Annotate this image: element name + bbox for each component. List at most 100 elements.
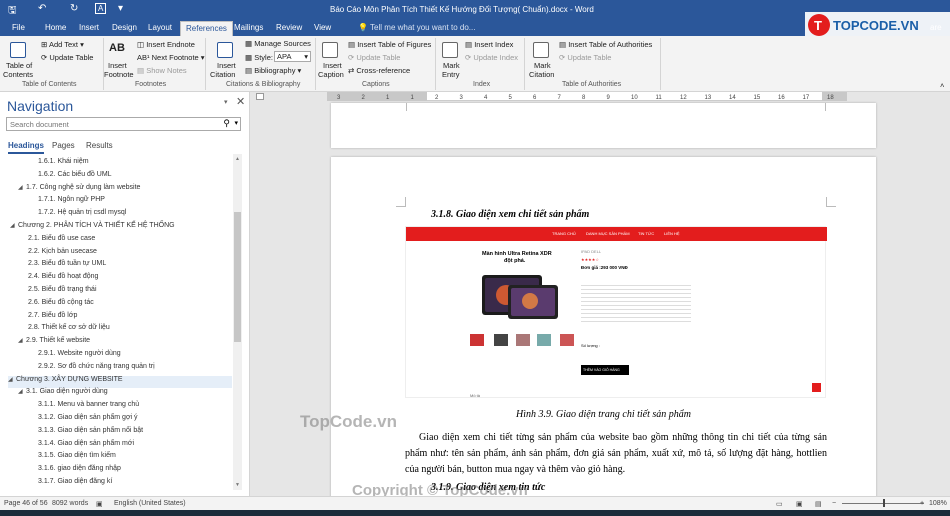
- update-index-button[interactable]: ⟳ Update Index: [465, 53, 518, 62]
- search-input[interactable]: [7, 118, 207, 130]
- next-footnote-button[interactable]: AB¹ Next Footnote ▾: [137, 53, 205, 62]
- mark-citation-button-line2[interactable]: Citation: [529, 70, 554, 79]
- collapse-arrow-icon[interactable]: ◢: [18, 388, 26, 395]
- tab-selector[interactable]: [256, 93, 264, 100]
- update-tof-button[interactable]: ⟳ Update Table: [348, 53, 400, 62]
- nav-heading-item[interactable]: ◢ Chương 2. PHÂN TÍCH VÀ THIẾT KẾ HỆ THỐN…: [10, 222, 175, 234]
- nav-heading-item[interactable]: 3.1.1. Menu và banner trang chủ: [38, 401, 139, 413]
- insert-footnote-button-line2[interactable]: Footnote: [104, 70, 134, 79]
- web-layout-icon[interactable]: ▤: [815, 500, 822, 508]
- nav-heading-item[interactable]: ◢ Chương 3. XÂY DỰNG WEBSITE: [8, 375, 232, 388]
- insert-caption-button-line2[interactable]: Caption: [318, 70, 344, 79]
- mark-citation-button[interactable]: Mark: [534, 61, 551, 70]
- nav-heading-item[interactable]: 1.7.2. Hệ quản trị csdl mysql: [38, 209, 126, 221]
- tab-review[interactable]: Review: [276, 23, 302, 32]
- zoom-level[interactable]: 108%: [929, 500, 947, 507]
- search-options-icon[interactable]: ▾: [234, 119, 238, 127]
- embedded-product-screenshot[interactable]: TRANG CHỦ DANH MỤC SẢN PHẨM TIN TỨC LIÊN…: [405, 226, 827, 398]
- scroll-up-icon[interactable]: ▲: [235, 156, 240, 162]
- insert-tof-button[interactable]: ▤ Insert Table of Figures: [348, 40, 431, 49]
- nav-tab-pages[interactable]: Pages: [52, 141, 75, 150]
- tell-me-box[interactable]: 💡 Tell me what you want to do...: [358, 23, 475, 32]
- scroll-down-icon[interactable]: ▼: [235, 482, 240, 488]
- nav-heading-item[interactable]: 2.4. Biểu đồ hoạt động: [28, 273, 98, 285]
- nav-heading-item[interactable]: 2.1. Biểu đồ use case: [28, 235, 95, 247]
- nav-heading-item[interactable]: 3.1.5. Giao diện tìm kiếm: [38, 452, 116, 464]
- document-page-current[interactable]: 3.1.8. Giao diện xem chi tiết sản phẩm T…: [331, 157, 876, 502]
- nav-heading-item[interactable]: 2.7. Biểu đồ lớp: [28, 312, 77, 324]
- collapse-ribbon-icon[interactable]: ˄: [940, 81, 944, 90]
- toc-button-line2[interactable]: Contents: [3, 70, 33, 79]
- nav-heading-item[interactable]: ◢ 3.1. Giao diện người dùng: [18, 388, 108, 400]
- redo-icon[interactable]: ↻: [70, 3, 78, 14]
- horizontal-ruler[interactable]: 3 2 1 1 2 3 4 5 6 7 8 9 10 11 12 13 14 15 16 17 18: [327, 92, 847, 101]
- tab-design[interactable]: Design: [112, 23, 137, 32]
- nav-heading-item[interactable]: 2.2. Kịch bản usecase: [28, 248, 97, 260]
- nav-heading-item[interactable]: 2.5. Biểu đồ trạng thái: [28, 286, 97, 298]
- nav-heading-item[interactable]: 3.1.3. Giao diện sản phẩm nổi bật: [38, 427, 143, 439]
- insert-footnote-button[interactable]: Insert: [108, 61, 127, 70]
- word-count[interactable]: 8092 words: [52, 500, 88, 507]
- zoom-slider-thumb[interactable]: [883, 499, 885, 507]
- insert-citation-button-line2[interactable]: Citation: [210, 70, 235, 79]
- show-notes-button[interactable]: ▤ Show Notes: [137, 66, 187, 75]
- nav-options-icon[interactable]: ▾: [224, 98, 228, 106]
- search-icon[interactable]: ⚲: [223, 118, 230, 129]
- update-table-button[interactable]: ⟳ Update Table: [41, 53, 93, 62]
- page-count[interactable]: Page 46 of 56: [4, 500, 48, 507]
- nav-heading-item[interactable]: 2.3. Biểu đồ tuần tự UML: [28, 260, 106, 272]
- collapse-arrow-icon[interactable]: ◢: [18, 184, 26, 191]
- nav-scroll-thumb[interactable]: [234, 212, 241, 342]
- nav-heading-item[interactable]: 2.6. Biểu đồ cộng tác: [28, 299, 94, 311]
- document-page-previous[interactable]: [331, 103, 876, 148]
- collapse-arrow-icon[interactable]: ◢: [10, 222, 18, 229]
- tab-mailings[interactable]: Mailings: [234, 23, 263, 32]
- cross-reference-button[interactable]: ⇄ Cross-reference: [348, 66, 410, 75]
- nav-heading-item[interactable]: 2.9.1. Website người dùng: [38, 350, 121, 362]
- nav-heading-item[interactable]: 1.7.1. Ngôn ngữ PHP: [38, 196, 105, 208]
- update-toa-button[interactable]: ⟳ Update Table: [559, 53, 611, 62]
- tab-layout[interactable]: Layout: [148, 23, 172, 32]
- print-layout-icon[interactable]: ▣: [796, 500, 803, 508]
- insert-citation-button[interactable]: Insert: [217, 61, 236, 70]
- tab-insert[interactable]: Insert: [79, 23, 99, 32]
- zoom-in-icon[interactable]: +: [920, 500, 924, 507]
- tab-references[interactable]: References: [180, 21, 233, 36]
- manage-sources-button[interactable]: ▦ Manage Sources: [245, 39, 311, 48]
- mark-entry-button-line2[interactable]: Entry: [442, 70, 460, 79]
- add-text-button[interactable]: ⊞ Add Text ▾: [41, 40, 84, 49]
- customize-qa-icon[interactable]: ▾: [118, 3, 123, 14]
- bibliography-button[interactable]: ▤ Bibliography ▾: [245, 66, 301, 75]
- tab-home[interactable]: Home: [45, 23, 66, 32]
- toc-button[interactable]: Table of: [6, 61, 32, 70]
- insert-toa-button[interactable]: ▤ Insert Table of Authorities: [559, 40, 652, 49]
- nav-heading-item[interactable]: 3.1.4. Giao diện sản phẩm mới: [38, 440, 134, 452]
- nav-heading-item[interactable]: 3.1.2. Giao diện sản phẩm gợi ý: [38, 414, 138, 426]
- style-select[interactable]: APA ▾: [274, 51, 311, 62]
- insert-endnote-button[interactable]: ◫ Insert Endnote: [137, 40, 195, 49]
- save-icon[interactable]: 🖫: [8, 3, 17, 20]
- insert-caption-button[interactable]: Insert: [323, 61, 342, 70]
- collapse-arrow-icon[interactable]: ◢: [18, 337, 26, 344]
- nav-scrollbar[interactable]: ▲ ▼: [233, 154, 242, 490]
- nav-heading-item[interactable]: 2.8. Thiết kế cơ sở dữ liệu: [28, 324, 110, 336]
- zoom-out-icon[interactable]: −: [832, 500, 836, 507]
- insert-index-button[interactable]: ▤ Insert Index: [465, 40, 513, 49]
- collapse-arrow-icon[interactable]: ◢: [8, 376, 16, 383]
- nav-heading-item[interactable]: ◢ 1.7. Công nghệ sử dụng làm website: [18, 184, 140, 196]
- nav-tab-results[interactable]: Results: [86, 141, 113, 150]
- nav-heading-item[interactable]: 3.1.6. giao diện đăng nhập: [38, 465, 121, 477]
- tab-view[interactable]: View: [314, 23, 331, 32]
- language[interactable]: English (United States): [114, 500, 186, 507]
- nav-heading-item[interactable]: 2.9.2. Sơ đồ chức năng trang quản trị: [38, 363, 155, 375]
- nav-heading-item[interactable]: 1.6.1. Khái niệm: [38, 158, 89, 170]
- format-icon[interactable]: A: [95, 3, 107, 14]
- mark-entry-button[interactable]: Mark: [443, 61, 460, 70]
- close-icon[interactable]: ✕: [236, 95, 245, 108]
- undo-icon[interactable]: ↶: [38, 3, 46, 14]
- nav-tab-headings[interactable]: Headings: [8, 141, 45, 154]
- proofing-icon[interactable]: ▣: [96, 500, 103, 508]
- tab-file[interactable]: File: [12, 23, 25, 32]
- nav-heading-item[interactable]: 3.1.7. Giao diện đăng kí: [38, 478, 112, 490]
- nav-heading-item[interactable]: 1.6.2. Các biểu đồ UML: [38, 171, 112, 183]
